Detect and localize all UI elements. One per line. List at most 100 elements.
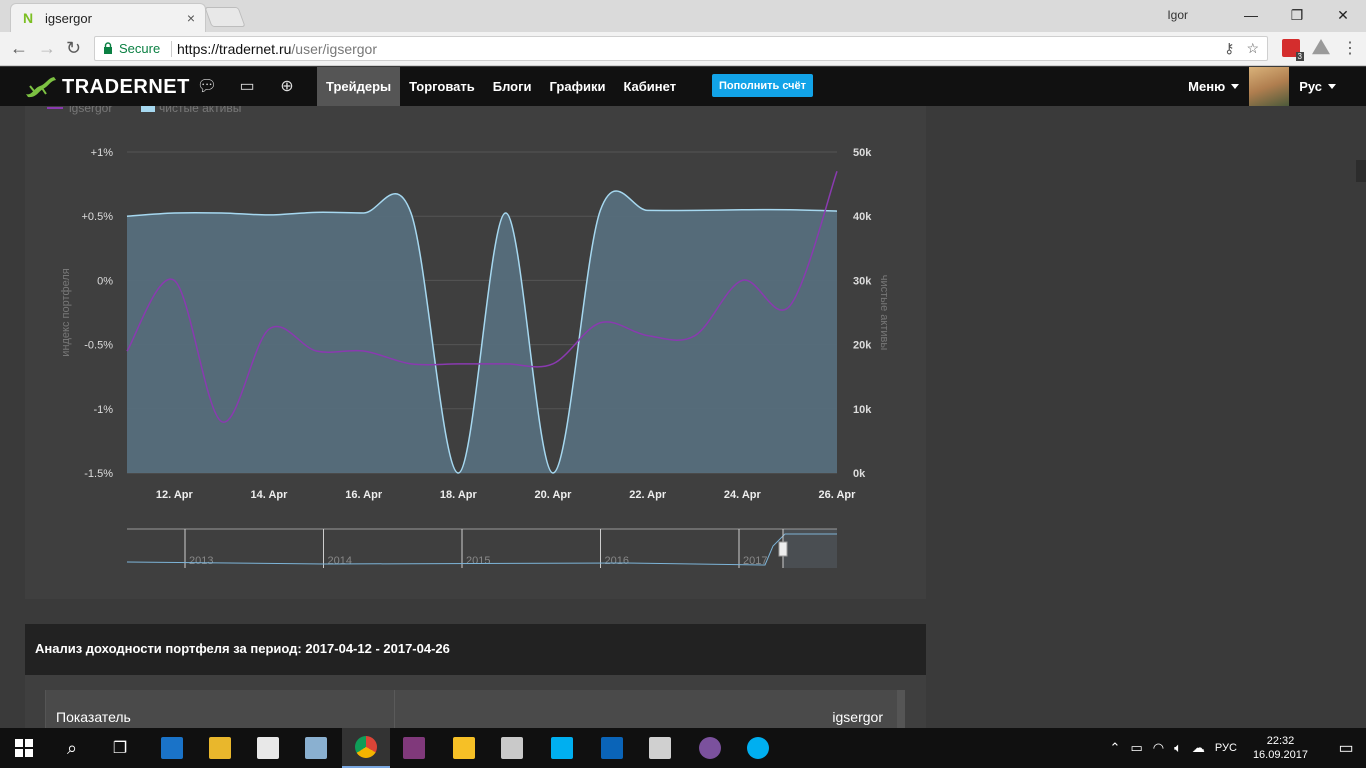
input-language[interactable]: РУС — [1215, 742, 1237, 754]
folder-icon — [209, 737, 231, 759]
omnibox-separator — [171, 41, 172, 57]
assets-series — [126, 190, 838, 474]
url-host: https://tradernet.ru — [177, 41, 292, 57]
taskbar-skype[interactable] — [538, 728, 586, 768]
extension-drive-icon[interactable] — [1312, 39, 1330, 55]
left-tick-label: +0.5% — [82, 211, 114, 223]
language-dropdown[interactable]: Рус — [1299, 78, 1336, 96]
analysis-table: Показатель igsergor — [45, 690, 905, 728]
lock-icon — [104, 42, 112, 54]
browser-tab[interactable]: N igsergor × — [10, 3, 206, 32]
menu-trade[interactable]: Торговать — [400, 67, 484, 106]
browser-profile-name[interactable]: Igor — [1167, 8, 1188, 22]
chart-navigator: 2013 2014 2015 2016 2017 — [126, 528, 837, 568]
clock[interactable]: 22:32 16.09.2017 — [1253, 734, 1308, 762]
x-tick-label: 20. Apr — [535, 489, 573, 501]
lightbulb-icon — [453, 737, 475, 759]
legend-assets-swatch — [141, 106, 155, 112]
monitor-icon[interactable]: ▭ — [236, 76, 258, 98]
taskbar-chrome[interactable] — [342, 728, 390, 768]
right-tick-label: 30k — [853, 275, 872, 287]
right-tick-label: 40k — [853, 211, 872, 223]
clock-time: 22:32 — [1266, 735, 1295, 747]
topup-account-button[interactable]: Пополнить счёт — [712, 74, 814, 97]
skype-icon — [747, 737, 769, 759]
chrome-icon — [355, 736, 377, 758]
extensions: 3 ⋮ — [1282, 38, 1358, 61]
lizard-logo-icon — [26, 77, 56, 98]
language-label: Рус — [1299, 78, 1322, 94]
wifi-icon[interactable]: ◠ — [1153, 740, 1164, 756]
address-bar[interactable]: Secure https://tradernet.ru/user/igsergo… — [94, 36, 1268, 61]
portfolio-chart[interactable]: igsergor чистые активы +1% +0.5% 0% -0.5% -1%… — [25, 106, 926, 599]
menu-dropdown[interactable]: Меню — [1188, 78, 1240, 96]
taskbar-edge[interactable] — [148, 728, 196, 768]
browser-menu-icon[interactable]: ⋮ — [1342, 38, 1358, 58]
chat-bubble-icon[interactable]: 💬︎ — [196, 76, 218, 98]
menu-blogs[interactable]: Блоги — [484, 67, 541, 106]
right-tick-label: 10k — [853, 404, 872, 416]
navigator-year-label: 2013 — [189, 555, 213, 567]
volume-icon[interactable]: 🔈︎ — [1174, 740, 1182, 756]
task-view-button[interactable]: ❐ — [96, 728, 144, 768]
edge-icon — [161, 737, 183, 759]
search-icon: ⌕ — [66, 737, 78, 758]
x-tick-label: 24. Apr — [724, 489, 762, 501]
bookmark-star-icon[interactable]: ☆ — [1246, 40, 1259, 57]
scrollbar-thumb[interactable] — [1356, 160, 1366, 182]
taskbar-calculator[interactable] — [636, 728, 684, 768]
table-edge — [897, 690, 905, 728]
forward-arrow-icon[interactable]: → — [38, 38, 56, 59]
url-text[interactable]: https://tradernet.ru/user/igsergor — [177, 41, 377, 57]
taskbar-photos[interactable] — [292, 728, 340, 768]
chevron-up-icon[interactable]: ⌃ — [1110, 740, 1121, 756]
secure-label: Secure — [119, 41, 161, 56]
clock-date: 16.09.2017 — [1252, 749, 1308, 761]
right-sidebar — [928, 106, 1366, 728]
main-menu: Трейдеры Торговать Блоги Графики Кабинет — [317, 67, 685, 106]
menu-charts[interactable]: Графики — [541, 67, 615, 106]
taskbar-rdp[interactable] — [488, 728, 536, 768]
analysis-header: Анализ доходности портфеля за период: 20… — [25, 624, 926, 675]
taskbar-onenote[interactable] — [390, 728, 438, 768]
x-tick-label: 26. Apr — [819, 489, 857, 501]
taskbar-explorer[interactable] — [196, 728, 244, 768]
menu-traders[interactable]: Трейдеры — [317, 67, 401, 106]
tab-close-icon[interactable]: × — [187, 10, 195, 26]
battery-icon[interactable]: ▭ — [1130, 740, 1142, 756]
menu-cabinet[interactable]: Кабинет — [614, 67, 685, 106]
back-arrow-icon[interactable]: ← — [10, 38, 28, 59]
system-tray: ⌃ ▭ ◠ 🔈︎ ☁ РУС 22:32 16.09.2017 ▭ — [1110, 728, 1366, 768]
key-icon[interactable]: ⚷ — [1224, 40, 1234, 57]
taskbar-viber[interactable] — [686, 728, 734, 768]
extension-calendar-icon[interactable]: 3 — [1282, 39, 1304, 61]
avatar[interactable] — [1249, 67, 1290, 106]
left-axis-title: индекс портфеля — [60, 268, 72, 356]
new-tab-button[interactable] — [204, 7, 246, 27]
globe-icon[interactable]: ⊕ — [276, 76, 298, 98]
tradernet-favicon-icon: N — [23, 10, 34, 26]
sync-icon[interactable]: ☁ — [1192, 740, 1205, 756]
search-button[interactable]: ⌕ — [48, 728, 96, 768]
site-navbar: TRADERNET 💬︎ ▭ ⊕ Трейдеры Торговать Блог… — [0, 67, 1366, 106]
assets-area — [127, 190, 837, 474]
window-controls: Igor — ❐ ✕ — [1167, 0, 1366, 30]
taskbar-outlook[interactable] — [588, 728, 636, 768]
minimize-icon[interactable]: — — [1228, 7, 1274, 23]
analysis-title: Анализ доходности портфеля за период: 20… — [35, 641, 450, 656]
legend-index-label: igsergor — [69, 106, 112, 115]
reload-icon[interactable]: ↻ — [66, 38, 81, 59]
start-button[interactable] — [0, 728, 48, 768]
taskbar-skype-2[interactable] — [734, 728, 782, 768]
navigator-year-label: 2016 — [605, 555, 629, 567]
windows-logo-icon — [15, 739, 33, 757]
tradernet-logo[interactable]: TRADERNET — [24, 73, 190, 101]
page-content: igsergor чистые активы +1% +0.5% 0% -0.5% -1%… — [0, 106, 1366, 728]
restore-icon[interactable]: ❐ — [1274, 7, 1320, 24]
navigator-selection — [783, 529, 837, 568]
left-tick-label: -0.5% — [84, 340, 113, 352]
notifications-icon[interactable]: ▭ — [1326, 728, 1366, 768]
taskbar-keep[interactable] — [440, 728, 488, 768]
window-close-icon[interactable]: ✕ — [1320, 7, 1366, 24]
taskbar-store[interactable] — [244, 728, 292, 768]
